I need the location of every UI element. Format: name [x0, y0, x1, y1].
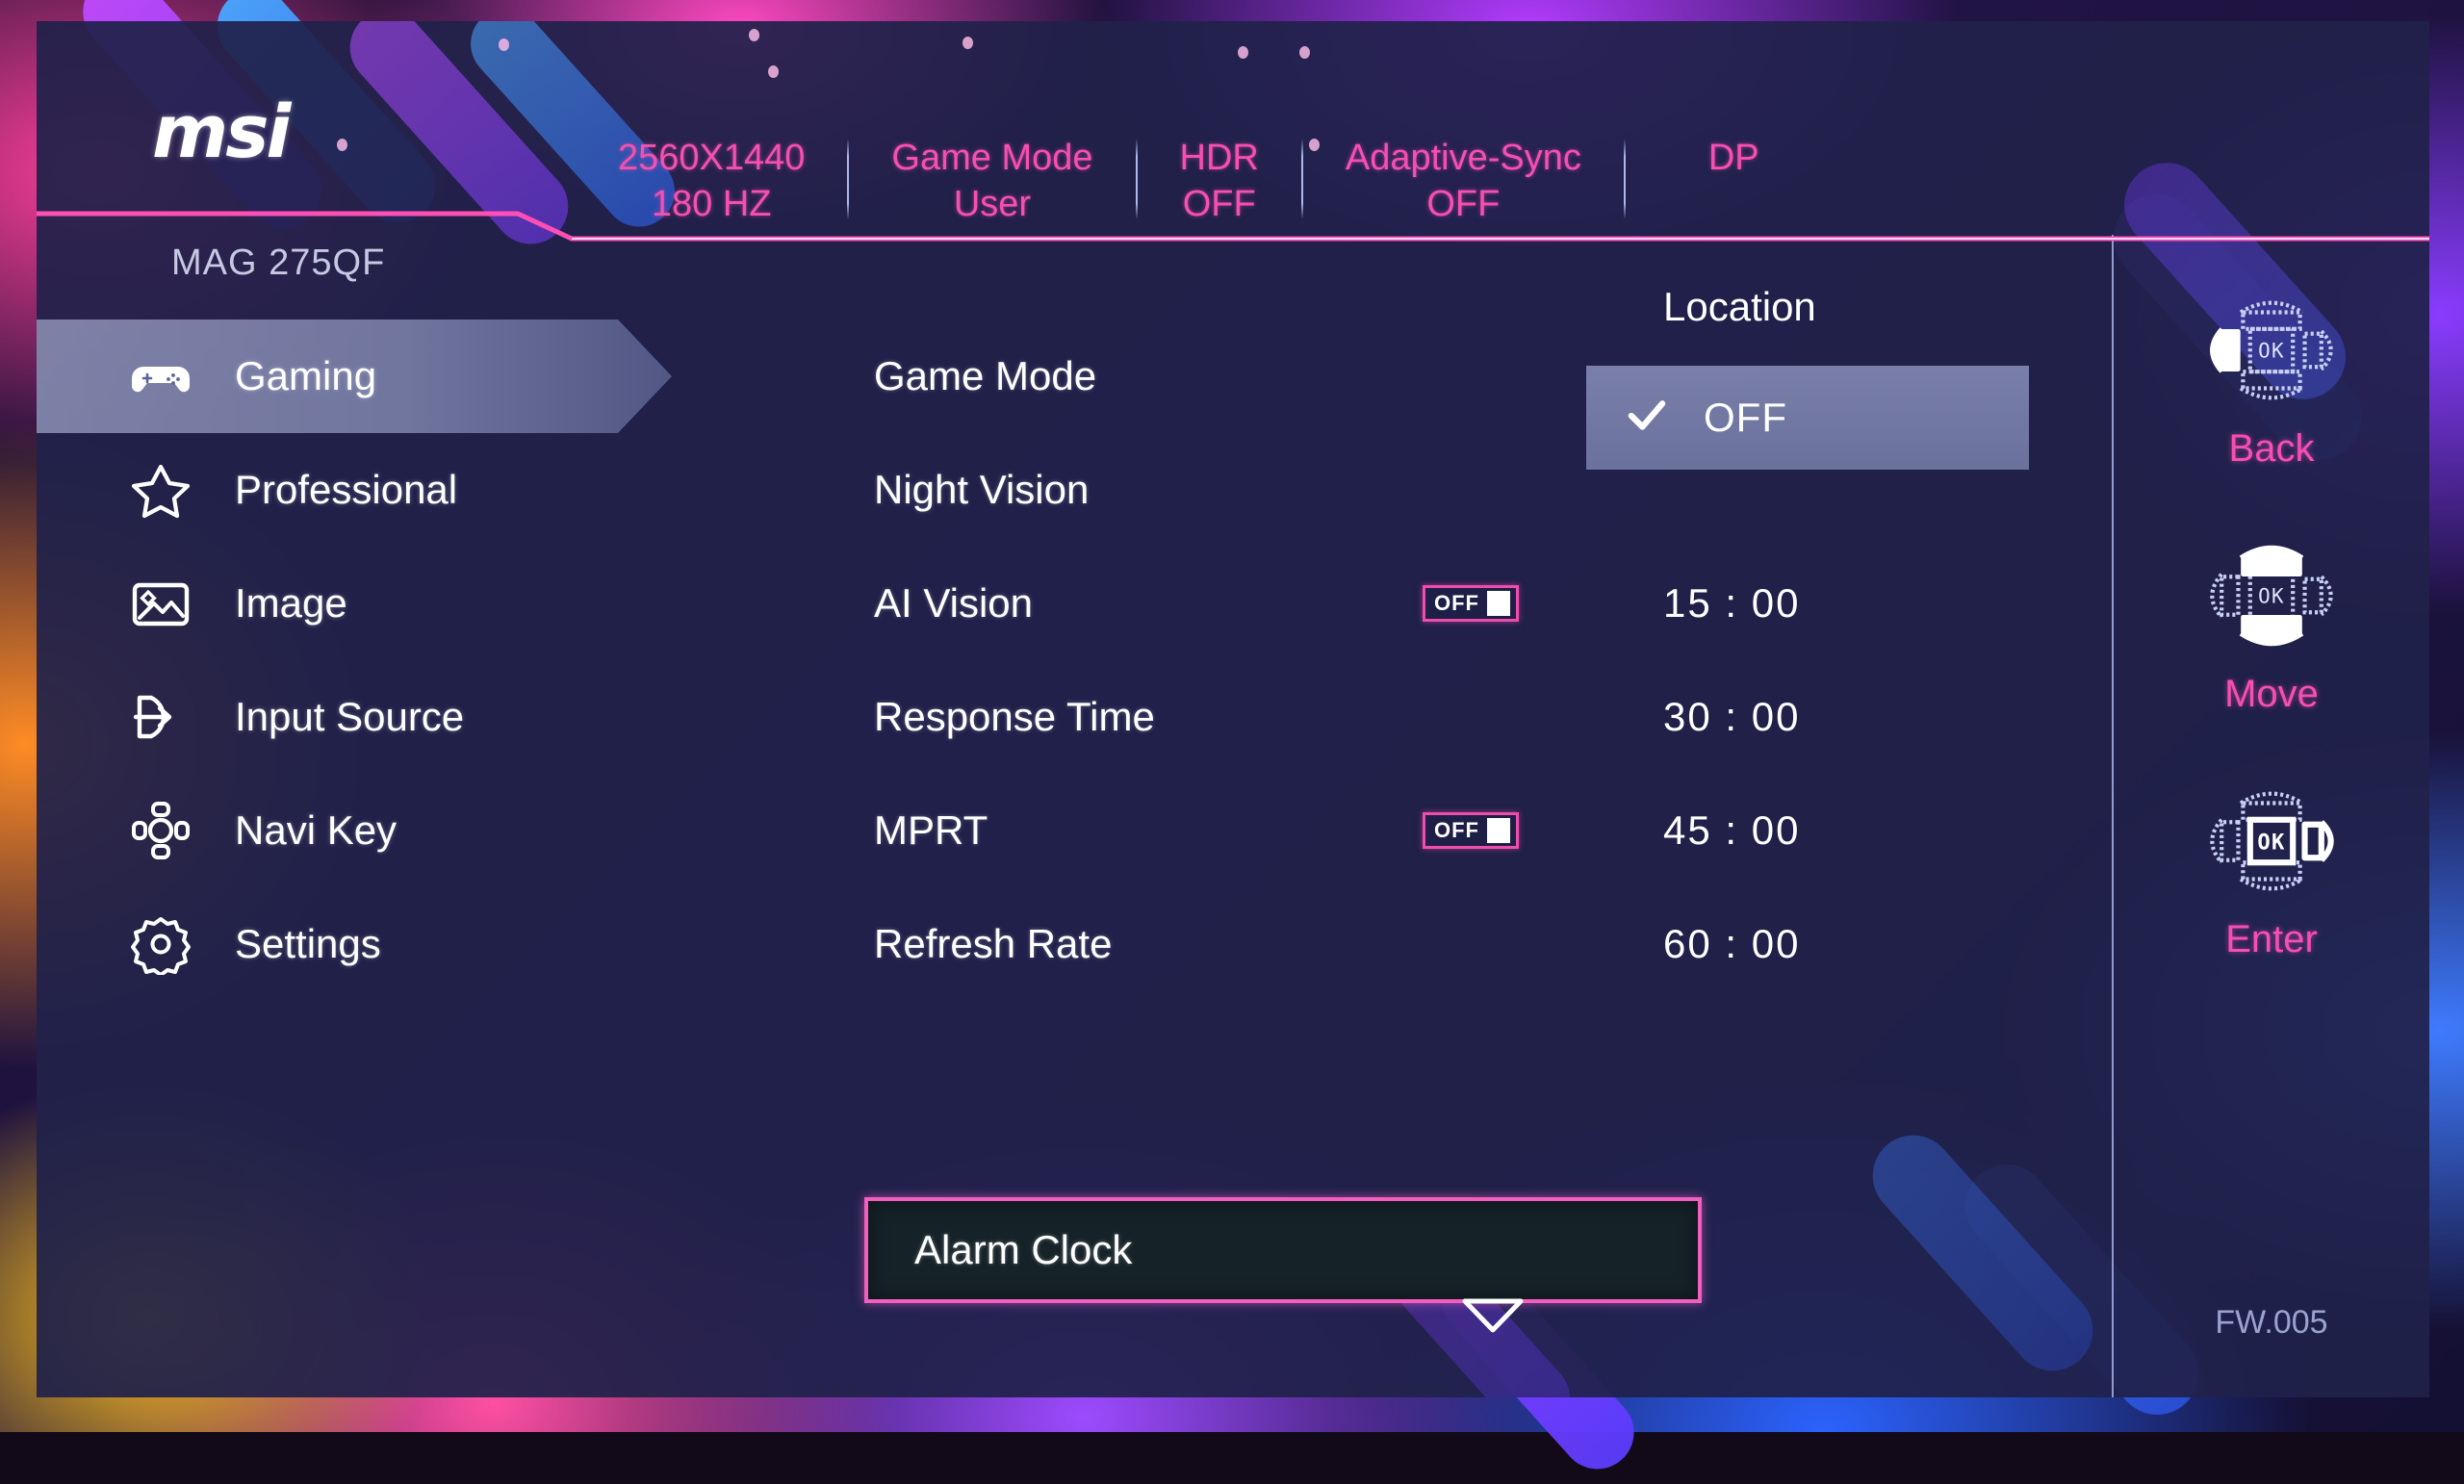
- option-row-response-time[interactable]: Response Time 30 : 00: [749, 660, 2112, 774]
- option-row-mprt[interactable]: MPRT OFF 45 : 00: [749, 774, 2112, 887]
- sidebar-item-professional[interactable]: Professional: [37, 433, 749, 547]
- sidebar-item-navi-key[interactable]: Navi Key: [37, 774, 749, 887]
- toggle-knob: [1487, 591, 1510, 616]
- option-row-refresh-rate[interactable]: Refresh Rate 60 : 00: [749, 887, 2112, 1001]
- check-icon: [1625, 394, 1669, 443]
- status-title: HDR: [1180, 135, 1259, 181]
- dpad-icon: [125, 795, 196, 866]
- option-label: Refresh Rate: [874, 921, 1112, 967]
- option-label: MPRT: [874, 807, 988, 854]
- option-value: 15 : 00: [1663, 580, 1800, 627]
- focused-row-alarm-clock[interactable]: Alarm Clock: [864, 1197, 1702, 1303]
- option-value: 45 : 00: [1663, 807, 1800, 854]
- navkey-back-icon: OK: [2200, 279, 2343, 422]
- svg-text:OK: OK: [2257, 831, 2285, 856]
- nav-hint-back[interactable]: OK Back: [2200, 279, 2343, 471]
- sidebar-item-image[interactable]: Image: [37, 547, 749, 660]
- chevron-down-icon[interactable]: [1459, 1295, 1527, 1334]
- nav-hint-label: Move: [2224, 673, 2319, 716]
- nav-key-hints: OK Back OK M: [2112, 235, 2429, 1397]
- osd-body: MAG 275QF Gaming: [37, 235, 2429, 1397]
- sidebar-item-input-source[interactable]: Input Source: [37, 660, 749, 774]
- option-row-ai-vision[interactable]: AI Vision OFF 15 : 00: [749, 547, 2112, 660]
- osd-panel: msi 2560X1440 180 HZ Game Mode User HDR …: [37, 21, 2429, 1397]
- svg-text:OK: OK: [2258, 339, 2285, 362]
- option-label: Response Time: [874, 694, 1155, 740]
- svg-text:OK: OK: [2258, 584, 2285, 607]
- osd-header: msi 2560X1440 180 HZ Game Mode User HDR …: [37, 21, 2429, 221]
- input-arrow-icon: [125, 681, 196, 753]
- nav-hint-move[interactable]: OK Move: [2200, 525, 2343, 716]
- toggle-state-label: OFF: [1434, 593, 1479, 614]
- status-title: 2560X1440: [618, 135, 805, 181]
- selected-value-row[interactable]: OFF: [1586, 366, 2029, 470]
- firmware-version: FW.005: [2215, 1304, 2327, 1342]
- navkey-enter-icon: OK: [2200, 770, 2343, 912]
- sidebar-item-settings[interactable]: Settings: [37, 887, 749, 1001]
- sidebar-item-label: Settings: [235, 921, 381, 967]
- option-value: 60 : 00: [1663, 921, 1800, 967]
- sidebar: MAG 275QF Gaming: [37, 235, 749, 1397]
- option-label: AI Vision: [874, 580, 1033, 627]
- sidebar-item-label: Gaming: [235, 353, 376, 399]
- gear-icon: [125, 908, 196, 980]
- toggle-state-label: OFF: [1434, 820, 1479, 841]
- nav-hint-label: Back: [2229, 427, 2315, 471]
- msi-logo: msi: [152, 89, 288, 174]
- options-panel: Game Mode Night Vision AI Vision OFF 15 …: [749, 235, 2112, 1397]
- nav-hint-label: Enter: [2225, 918, 2318, 961]
- status-title: Game Mode: [891, 135, 1092, 181]
- sidebar-item-label: Input Source: [235, 694, 464, 740]
- sidebar-item-gaming[interactable]: Gaming: [37, 320, 672, 433]
- navkey-move-icon: OK: [2200, 525, 2343, 667]
- mprt-toggle[interactable]: OFF: [1423, 812, 1519, 849]
- option-label: Alarm Clock: [914, 1227, 1132, 1273]
- value-column-header: Location: [1663, 250, 1816, 364]
- status-item-input: DP: [1626, 135, 1802, 181]
- selected-value-label: OFF: [1704, 395, 1787, 441]
- nav-hint-enter[interactable]: OK Enter: [2200, 770, 2343, 961]
- ai-vision-toggle[interactable]: OFF: [1423, 585, 1519, 622]
- toggle-knob: [1487, 818, 1510, 843]
- gamepad-icon: [125, 341, 196, 412]
- option-value: 30 : 00: [1663, 694, 1800, 740]
- sidebar-item-label: Professional: [235, 467, 457, 513]
- sidebar-item-label: Image: [235, 580, 347, 627]
- option-label: Night Vision: [874, 467, 1089, 513]
- picture-icon: [125, 568, 196, 639]
- status-title: DP: [1708, 135, 1759, 181]
- option-label: Game Mode: [874, 353, 1096, 399]
- sidebar-item-label: Navi Key: [235, 807, 397, 854]
- header-divider: [37, 210, 2429, 243]
- model-name: MAG 275QF: [171, 243, 385, 284]
- status-title: Adaptive-Sync: [1346, 135, 1581, 181]
- star-icon: [125, 454, 196, 525]
